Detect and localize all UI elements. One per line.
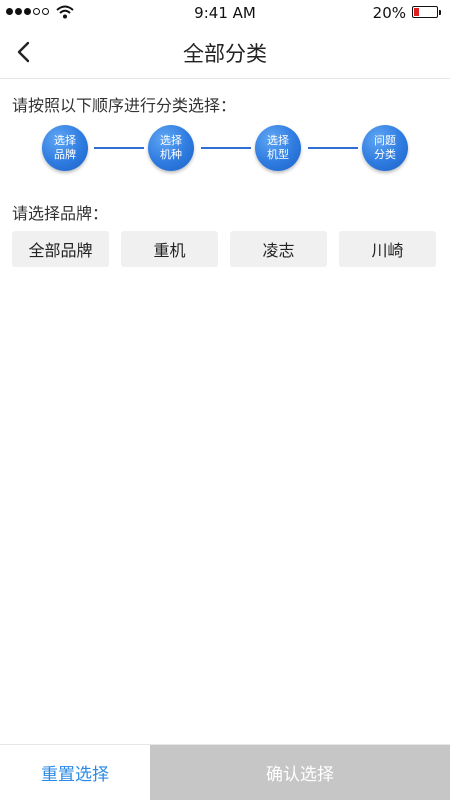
step-select-brand: 选择 品牌 (42, 125, 88, 171)
instruction-text: 请按照以下顺序进行分类选择： (12, 96, 237, 115)
nav-bar: 全部分类 (0, 26, 450, 79)
battery-cap (439, 10, 441, 15)
battery-percent: 20% (372, 4, 406, 22)
brand-option[interactable]: 重机 (121, 231, 218, 267)
page-title: 全部分类 (183, 42, 267, 66)
step-select-model: 选择 机型 (255, 125, 301, 171)
step-indicator: 选择 品牌 选择 机种 选择 机型 问题 分类 (0, 125, 450, 175)
reset-button[interactable]: 重置选择 (0, 745, 150, 800)
step-select-model-type: 选择 机种 (148, 125, 194, 171)
step-connector (201, 147, 251, 149)
step-connector (308, 147, 358, 149)
step-problem-category: 问题 分类 (362, 125, 408, 171)
brand-option[interactable]: 川崎 (339, 231, 436, 267)
bottom-action-bar: 重置选择 确认选择 (0, 744, 450, 800)
step-connector (94, 147, 144, 149)
battery-low-icon (412, 6, 438, 18)
confirm-button[interactable]: 确认选择 (150, 745, 450, 800)
brand-section-label: 请选择品牌： (12, 204, 109, 223)
status-bar: 9:41 AM 20% (0, 0, 450, 26)
brand-options: 全部品牌 重机 凌志 川崎 (12, 231, 438, 267)
brand-option-all[interactable]: 全部品牌 (12, 231, 109, 267)
brand-option[interactable]: 凌志 (230, 231, 327, 267)
